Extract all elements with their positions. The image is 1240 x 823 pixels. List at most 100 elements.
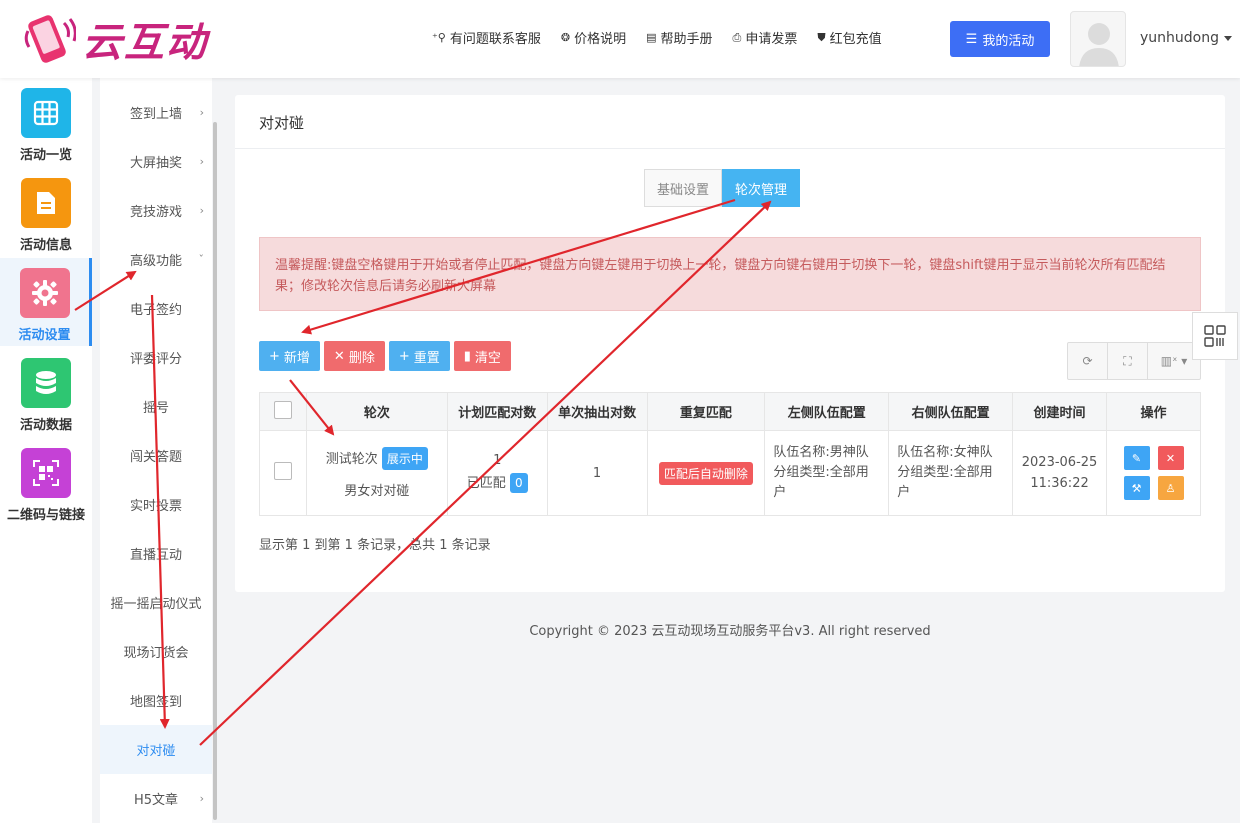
col-round[interactable]: 轮次	[305, 392, 448, 431]
row-select-cell	[259, 430, 307, 516]
rail-item-info[interactable]: 活动信息	[0, 168, 92, 256]
submenu-item-number-draw[interactable]: 摇号	[100, 382, 212, 431]
grid-icon	[21, 88, 71, 138]
planned-cell: 1 已匹配 0	[446, 430, 548, 516]
submenu-label: 摇一摇启动仪式	[110, 597, 202, 612]
page-title: 对对碰	[259, 114, 305, 132]
submenu-item-h5-article[interactable]: H5文章 ›	[100, 774, 212, 823]
warning-notice: 温馨提醒:键盘空格键用于开始或者停止匹配，键盘方向键左键用于切换上一轮，键盘方向…	[259, 237, 1201, 311]
submenu-label: 高级功能	[129, 254, 182, 269]
submenu-label: 实时投票	[129, 499, 182, 514]
submenu-list: 签到上墙 › 大屏抽奖 › 竞技游戏 › 高级功能 ˇ 电子签约 评委评分 摇号 闯关答…	[100, 78, 212, 823]
clear-label: 清空	[474, 350, 501, 366]
tab-basic-settings[interactable]: 基础设置	[644, 169, 723, 207]
submenu-label: 直播互动	[129, 548, 182, 563]
submenu-item-map-checkin[interactable]: 地图签到	[100, 676, 212, 725]
database-icon	[21, 358, 71, 408]
col-right-team[interactable]: 右侧队伍配置	[888, 392, 1014, 431]
rail-label: 活动信息	[19, 238, 72, 253]
rail-item-settings[interactable]: 活动设置	[0, 258, 92, 346]
chevron-right-icon: ›	[199, 204, 204, 217]
clear-button[interactable]: ▮ 清空	[453, 341, 511, 371]
submenu-item-advanced[interactable]: 高级功能 ˇ	[100, 235, 212, 284]
col-per-draw[interactable]: 单次抽出对数	[546, 392, 648, 431]
nav-pricing[interactable]: ❂ 价格说明	[561, 28, 626, 47]
submenu-label: 闯关答题	[129, 450, 182, 465]
user-menu[interactable]: yunhudong	[1140, 30, 1232, 46]
avatar[interactable]	[1070, 11, 1126, 67]
submenu-item-games[interactable]: 竞技游戏 ›	[100, 186, 212, 235]
col-repeat[interactable]: 重复匹配	[646, 392, 766, 431]
matched-count-badge: 0	[509, 473, 528, 493]
right-team-cell: 队伍名称:女神队 分组类型:全部用户	[888, 430, 1014, 516]
qrcode-float-button[interactable]	[1192, 312, 1238, 360]
feature-submenu: 签到上墙 › 大屏抽奖 › 竞技游戏 › 高级功能 ˇ 电子签约 评委评分 摇号 闯关答…	[92, 78, 220, 823]
submenu-label: H5文章	[133, 793, 179, 808]
rail-item-overview[interactable]: 活动一览	[0, 78, 92, 166]
add-button[interactable]: + 新增	[259, 341, 320, 371]
close-icon: ✕	[1165, 451, 1176, 465]
submenu-item-checkin-wall[interactable]: 签到上墙 ›	[100, 88, 212, 137]
edit-button[interactable]: ✎	[1123, 446, 1150, 470]
submenu-item-voting[interactable]: 实时投票	[100, 480, 212, 529]
submenu-item-quiz[interactable]: 闯关答题	[100, 431, 212, 480]
rail-label: 活动一览	[19, 148, 72, 163]
user-icon: ♙	[1165, 481, 1176, 495]
refresh-icon[interactable]: ⟳	[1068, 343, 1108, 379]
add-label: 新增	[283, 350, 310, 366]
submenu-item-live[interactable]: 直播互动	[100, 529, 212, 578]
delete-button[interactable]: ✕ 删除	[323, 341, 385, 371]
main-rail: 活动一览 活动信息 活动设置 活动数据 二维码与链接	[0, 78, 92, 823]
user-silhouette-icon	[1079, 23, 1119, 66]
chevron-down-icon	[1224, 35, 1232, 41]
col-actions: 操作	[1106, 392, 1201, 431]
tab-round-management[interactable]: 轮次管理	[722, 169, 801, 207]
nav-recharge[interactable]: ⛊ 红包充值	[817, 28, 882, 48]
main-panel: 对对碰 基础设置 轮次管理 温馨提醒:键盘空格键用于开始或者停止匹配，键盘方向键…	[235, 95, 1225, 592]
submenu-label: 评委评分	[129, 352, 182, 367]
shield-icon: ⛊	[817, 30, 826, 44]
submenu-item-e-sign[interactable]: 电子签约	[100, 284, 212, 333]
rail-item-qrcode[interactable]: 二维码与链接	[0, 438, 92, 526]
submenu-label: 竞技游戏	[129, 205, 182, 220]
submenu-label: 地图签到	[129, 695, 182, 710]
actions-cell: ✎ ✕ ⚒ ♙	[1106, 430, 1201, 516]
left-team-cell: 队伍名称:男神队 分组类型:全部用户	[764, 430, 890, 516]
brand-logo[interactable]: 云互动	[20, 8, 208, 70]
col-left-team[interactable]: 左侧队伍配置	[764, 392, 890, 431]
nav-contact-support[interactable]: ⁺⚲ 有问题联系客服	[432, 28, 541, 47]
repeat-badge: 匹配后自动删除	[658, 461, 753, 485]
fullscreen-icon[interactable]: ⛶	[1108, 343, 1148, 379]
plus-icon: +	[398, 348, 410, 364]
submenu-item-lottery[interactable]: 大屏抽奖 ›	[100, 137, 212, 186]
gavel-icon: ⚒	[1131, 481, 1142, 495]
submenu-scrollbar[interactable]	[213, 122, 217, 820]
chevron-right-icon: ›	[199, 106, 204, 119]
brand-name: 云互动	[82, 20, 208, 66]
table-header-row: 轮次 计划匹配对数 单次抽出对数 重复匹配 左侧队伍配置 右侧队伍配置 创建时间…	[259, 392, 1201, 431]
round-name: 测试轮次	[325, 452, 378, 467]
rounds-table: 轮次 计划匹配对数 单次抽出对数 重复匹配 左侧队伍配置 右侧队伍配置 创建时间…	[259, 392, 1201, 516]
reset-button[interactable]: + 重置	[388, 341, 450, 371]
gear-icon	[19, 268, 70, 318]
col-planned[interactable]: 计划匹配对数	[446, 392, 548, 431]
username: yunhudong	[1140, 30, 1219, 46]
submenu-item-judge-score[interactable]: 评委评分	[100, 333, 212, 382]
nav-invoice[interactable]: ⎙ 申请发票	[733, 28, 798, 48]
my-activity-button[interactable]: ☰ 我的活动	[950, 21, 1050, 57]
chevron-down-icon: ˇ	[198, 253, 205, 266]
table-toolbar: + 新增 ✕ 删除 + 重置 ▮ 清空	[259, 341, 511, 371]
select-all-checkbox[interactable]	[273, 400, 292, 419]
delete-row-button[interactable]: ✕	[1157, 446, 1184, 470]
divider	[235, 148, 1225, 149]
top-header: 云互动 ⁺⚲ 有问题联系客服 ❂ 价格说明 ▤ 帮助手册 ⎙ 申请发票 ⛊ 红包…	[0, 0, 1240, 78]
rail-item-data[interactable]: 活动数据	[0, 348, 92, 436]
row-checkbox[interactable]	[273, 462, 292, 480]
price-icon: ❂	[560, 31, 571, 44]
col-created[interactable]: 创建时间	[1012, 392, 1108, 431]
submenu-item-pair-match[interactable]: 对对碰	[100, 725, 212, 774]
gavel-button[interactable]: ⚒	[1123, 476, 1150, 500]
nav-help-manual[interactable]: ▤ 帮助手册	[646, 28, 712, 47]
nav-label: 红包充值	[829, 32, 882, 47]
user-button[interactable]: ♙	[1157, 476, 1184, 500]
